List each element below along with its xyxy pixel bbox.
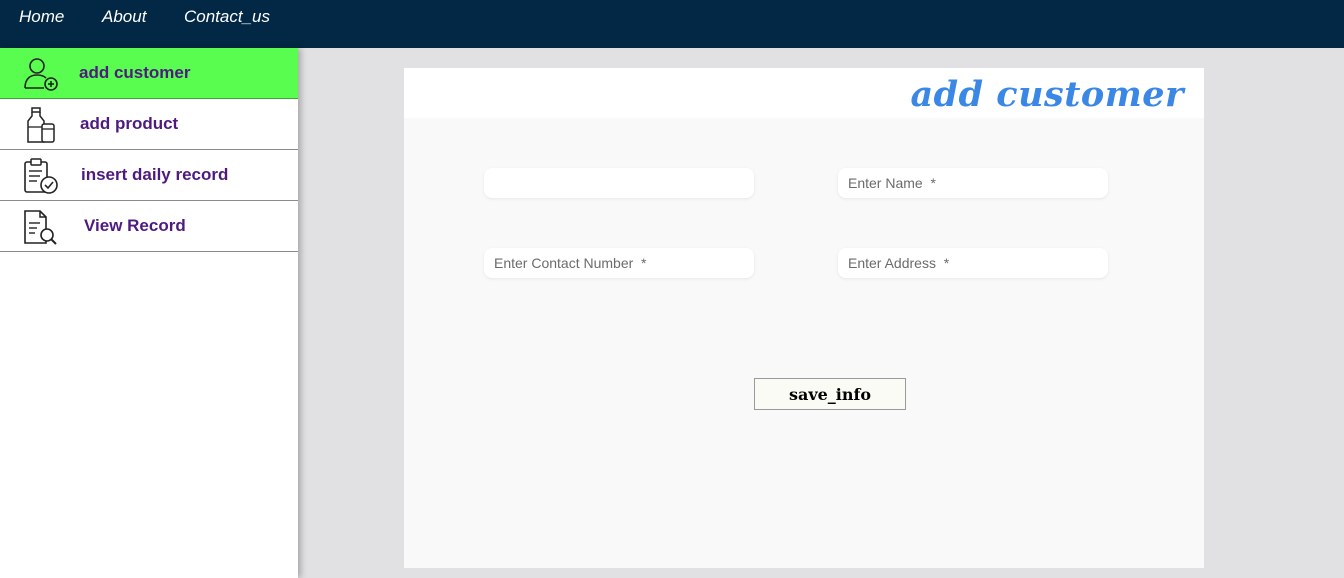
document-search-icon xyxy=(24,210,57,245)
sidebar: add customer add product insert daily re… xyxy=(0,48,298,578)
sidebar-item-insert-daily-record[interactable]: insert daily record xyxy=(0,150,298,201)
page-title: add customer xyxy=(910,74,1184,115)
clipboard-check-icon xyxy=(24,158,58,194)
sidebar-item-label: add customer xyxy=(79,63,191,82)
sidebar-item-label: add product xyxy=(80,114,179,133)
milk-bottle-icon xyxy=(27,107,55,143)
address-field[interactable] xyxy=(838,248,1108,278)
save-info-button[interactable]: save_info xyxy=(754,378,906,410)
nav-about-link[interactable]: About xyxy=(102,7,146,27)
sidebar-item-add-customer[interactable]: add customer xyxy=(0,48,298,99)
sidebar-item-label: insert daily record xyxy=(81,165,229,184)
customer-id-field[interactable] xyxy=(484,168,754,198)
sidebar-item-label: View Record xyxy=(84,216,186,235)
contact-number-field[interactable] xyxy=(484,248,754,278)
top-navbar: Home About Contact_us xyxy=(0,0,1344,48)
add-user-icon xyxy=(24,58,58,91)
sidebar-item-add-product[interactable]: add product xyxy=(0,99,298,150)
name-field[interactable] xyxy=(838,168,1108,198)
nav-contact-link[interactable]: Contact_us xyxy=(184,7,270,27)
add-customer-panel: add customer save_info xyxy=(404,68,1204,568)
sidebar-item-view-record[interactable]: View Record xyxy=(0,201,298,252)
nav-home-link[interactable]: Home xyxy=(19,7,64,27)
panel-header: add customer xyxy=(404,68,1204,118)
